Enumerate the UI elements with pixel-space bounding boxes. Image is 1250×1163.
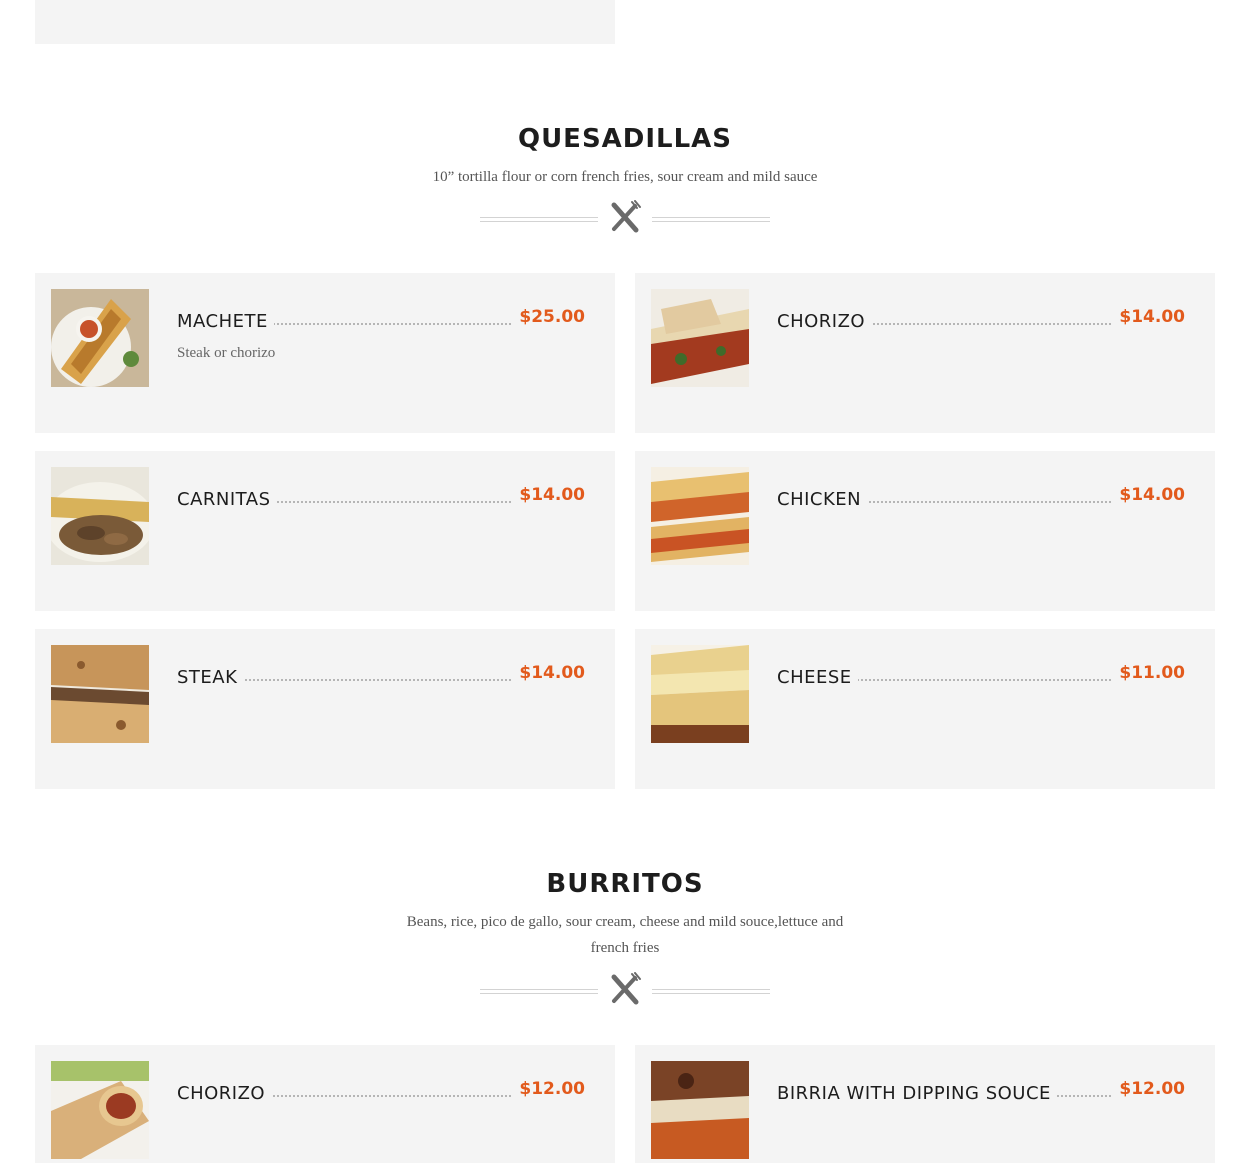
- divider-line: [480, 989, 598, 994]
- menu-item-card[interactable]: CARNITAS $14.00: [35, 451, 615, 611]
- section-title: BURRITOS: [546, 869, 704, 899]
- menu-item-card[interactable]: CHORIZO $14.00: [635, 273, 1215, 433]
- burrito-birria-photo: [651, 1061, 749, 1159]
- quesadilla-chicken-photo: [651, 467, 749, 565]
- menu-item-price: $14.00: [1113, 485, 1185, 505]
- menu-item-card[interactable]: CHEESE $11.00: [635, 629, 1215, 789]
- quesadilla-carnitas-photo: [51, 467, 149, 565]
- menu-item-price: $25.00: [513, 307, 585, 327]
- menu-item-price: $11.00: [1113, 663, 1185, 683]
- section-divider: [480, 972, 770, 1008]
- fork-knife-icon: [611, 200, 641, 233]
- menu-item-name: CHORIZO: [777, 311, 872, 332]
- section-header-burritos: BURRITOS Beans, rice, pico de gallo, sou…: [0, 869, 1250, 961]
- section-description: 10” tortilla flour or corn french fries,…: [432, 169, 818, 185]
- quesadilla-machete-photo: [51, 289, 149, 387]
- section-description: Beans, rice, pico de gallo, sour cream, …: [406, 914, 844, 956]
- menu-item-name: MACHETE: [177, 311, 274, 332]
- divider-line: [652, 217, 770, 222]
- menu-item-name: CHORIZO: [177, 1083, 272, 1104]
- menu-item-card[interactable]: STEAK $14.00: [35, 629, 615, 789]
- previous-menu-card: [35, 0, 615, 44]
- menu-item-card[interactable]: MACHETE $25.00 Steak or chorizo: [35, 273, 615, 433]
- menu-item-name: CHEESE: [777, 667, 858, 688]
- quesadilla-cheese-photo: [651, 645, 749, 743]
- menu-item-price: $12.00: [1113, 1079, 1185, 1099]
- quesadilla-chorizo-photo: [651, 289, 749, 387]
- menu-item-name: BIRRIA WITH DIPPING SOUCE: [777, 1083, 1057, 1104]
- menu-item-card[interactable]: CHORIZO $12.00: [35, 1045, 615, 1163]
- menu-item-description: Steak or chorizo: [177, 345, 276, 361]
- quesadilla-steak-photo: [51, 645, 149, 743]
- menu-item-price: $14.00: [513, 663, 585, 683]
- menu-item-name: CARNITAS: [177, 489, 277, 510]
- menu-item-price: $14.00: [513, 485, 585, 505]
- fork-knife-icon: [611, 972, 641, 1005]
- menu-item-price: $12.00: [513, 1079, 585, 1099]
- menu-item-price: $14.00: [1113, 307, 1185, 327]
- menu-item-name: STEAK: [177, 667, 244, 688]
- section-divider: [480, 200, 770, 236]
- menu-item-card[interactable]: BIRRIA WITH DIPPING SOUCE $12.00: [635, 1045, 1215, 1163]
- menu-item-card[interactable]: CHICKEN $14.00: [635, 451, 1215, 611]
- divider-line: [480, 217, 598, 222]
- burrito-chorizo-photo: [51, 1061, 149, 1159]
- section-title: QUESADILLAS: [517, 124, 733, 154]
- menu-item-name: CHICKEN: [777, 489, 868, 510]
- divider-line: [652, 989, 770, 994]
- section-header-quesadillas: QUESADILLAS 10” tortilla flour or corn f…: [0, 124, 1250, 190]
